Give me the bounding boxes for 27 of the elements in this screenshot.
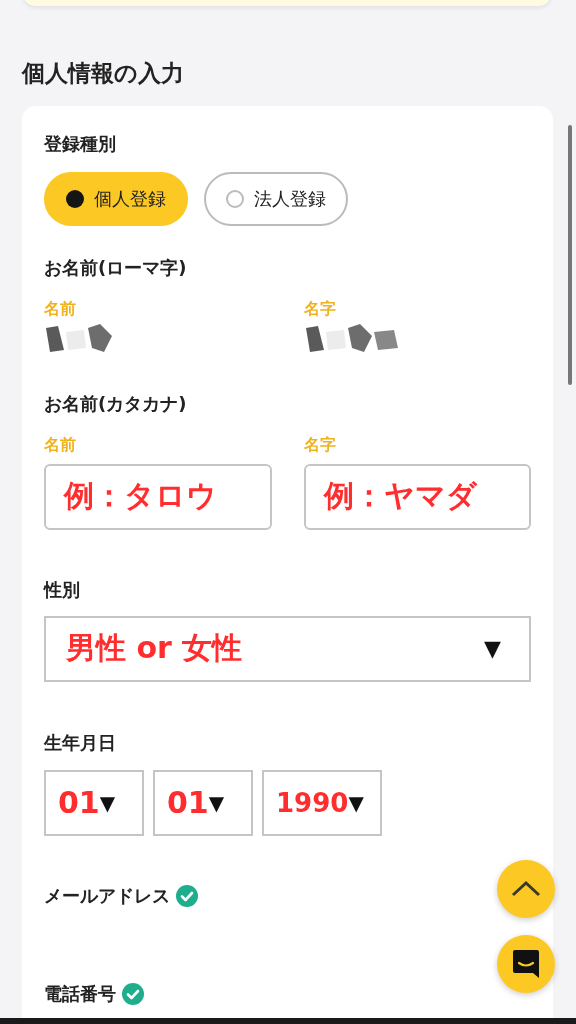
field-label: お名前(ローマ字) [44, 255, 187, 280]
sub-label: 名前 [44, 433, 77, 456]
sub-label: 名字 [303, 297, 337, 320]
field-label: メールアドレス [44, 883, 170, 908]
chat-icon [511, 948, 541, 980]
field-label: 登録種別 [44, 131, 116, 156]
section-title: 個人情報の入力 [22, 60, 184, 88]
check-circle-icon [122, 982, 144, 1005]
field-label: 性別 [44, 577, 80, 602]
input-field[interactable]: 例：タロウ [44, 463, 272, 530]
radio-option[interactable]: 法人登録 [204, 171, 348, 226]
radio-option[interactable]: 個人登録 [44, 171, 188, 226]
field-label: 生年月日 [44, 730, 116, 755]
scrollbar[interactable] [568, 125, 572, 385]
field-label: お名前(カタカナ) [44, 391, 187, 416]
chevron-up-icon [511, 880, 541, 898]
radio-icon [226, 189, 244, 208]
input-field[interactable]: 例：ヤマダ [303, 463, 531, 530]
gender-select[interactable]: 男性 or 女性 ▼ [44, 615, 531, 682]
sub-label: 名字 [303, 433, 337, 456]
date-select[interactable]: 1990▼ [262, 769, 382, 836]
date-select[interactable]: 01▼ [44, 769, 144, 836]
radio-icon [66, 189, 84, 208]
check-circle-icon [176, 884, 198, 907]
sub-label: 名前 [44, 297, 77, 320]
field-label: 電話番号 [44, 981, 116, 1006]
date-select[interactable]: 01▼ [153, 769, 253, 836]
